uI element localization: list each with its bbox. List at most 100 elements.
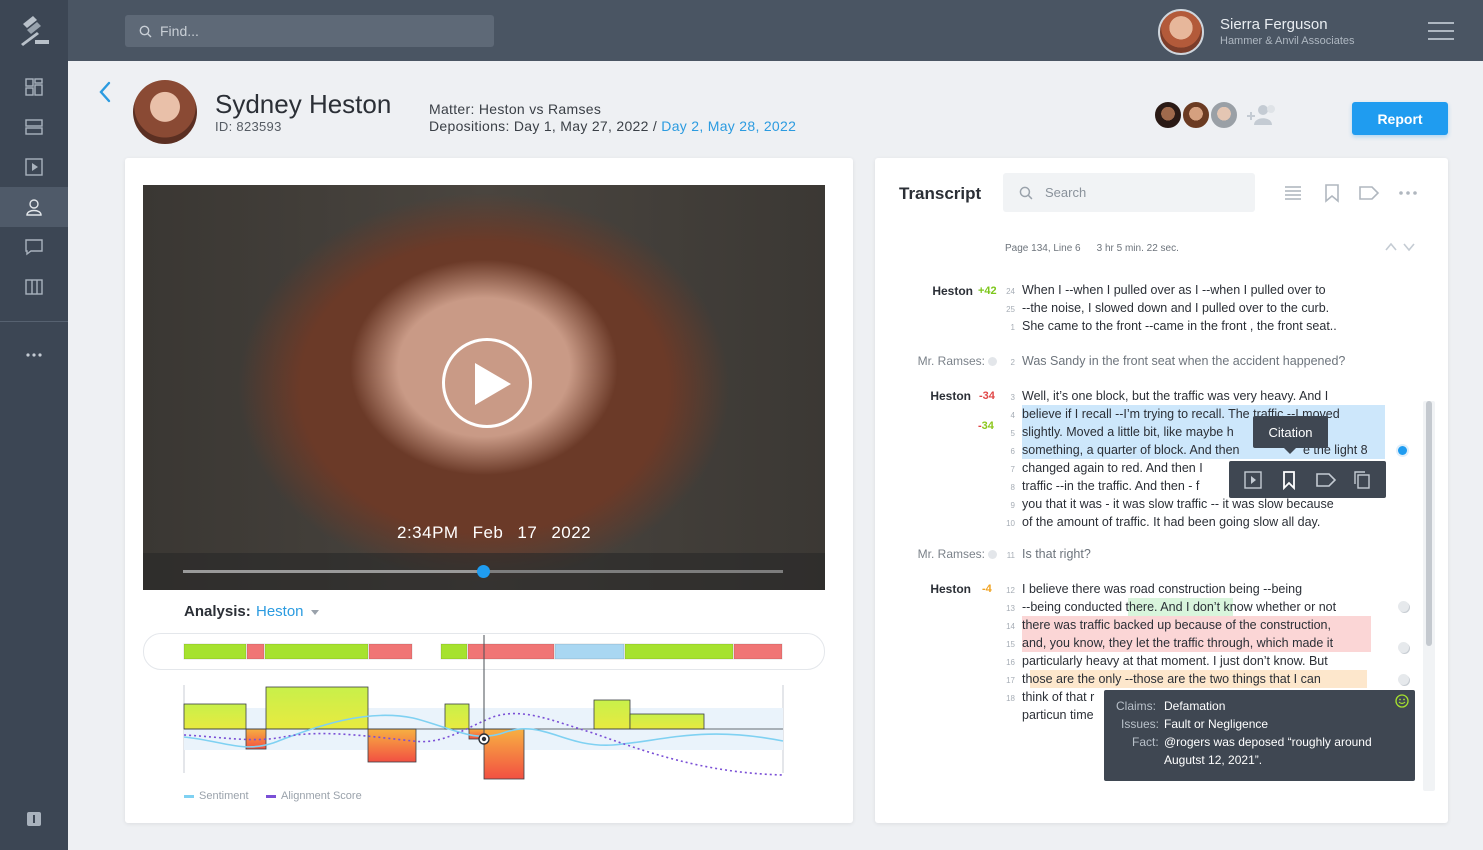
add-participant-icon[interactable] — [1245, 103, 1279, 127]
transcript-line[interactable]: you that it was - it was slow traffic --… — [1022, 497, 1334, 511]
transcript-line[interactable]: Is that right? — [1022, 547, 1091, 561]
line-number: 24 — [1006, 287, 1015, 296]
sentiment-band-positive[interactable] — [440, 643, 468, 660]
scrubber-handle[interactable] — [477, 565, 490, 578]
line-number: 5 — [1010, 429, 1015, 438]
sentiment-chart[interactable] — [143, 633, 825, 783]
app-logo[interactable] — [0, 0, 68, 61]
witness-id: ID: 823593 — [215, 119, 282, 134]
analysis-select[interactable]: Heston — [256, 603, 304, 620]
sentiment-band-negative[interactable] — [467, 643, 555, 660]
comment-marker[interactable] — [1398, 601, 1409, 612]
sentiment-band-negative[interactable] — [246, 643, 265, 660]
comment-marker[interactable] — [1398, 642, 1409, 653]
sentiment-band-positive[interactable] — [183, 643, 247, 660]
annotation-marker[interactable] — [1398, 446, 1407, 455]
participant-avatar[interactable] — [1153, 100, 1183, 130]
scroll-thumb[interactable] — [1426, 401, 1432, 646]
transcript-line-highlighted[interactable]: slightly. Moved a little bit, like maybe… — [1022, 423, 1385, 441]
nav-info[interactable] — [0, 799, 68, 839]
global-search[interactable] — [125, 15, 494, 47]
transcript-line-highlighted[interactable]: believe if I recall --I’m trying to reca… — [1022, 405, 1385, 423]
smile-icon[interactable] — [1395, 694, 1409, 708]
transcript-line-highlighted[interactable]: something, a quarter of block. And then e… — [1022, 441, 1385, 459]
transcript-line[interactable]: Well, it’s one block, but the traffic wa… — [1022, 389, 1328, 403]
nav-list[interactable] — [0, 107, 68, 147]
nav-witness[interactable] — [0, 187, 68, 227]
line-number: 4 — [1010, 411, 1015, 420]
nav-columns[interactable] — [0, 267, 68, 307]
speaker-label: Heston — [930, 389, 971, 403]
report-button[interactable]: Report — [1352, 102, 1448, 135]
comment-marker[interactable] — [1398, 674, 1409, 685]
search-input[interactable] — [160, 23, 460, 39]
nav-more[interactable] — [0, 335, 68, 375]
transcript-line[interactable]: think of that r — [1022, 690, 1094, 704]
chat-icon — [25, 239, 43, 256]
nav-chat[interactable] — [0, 227, 68, 267]
deposition-day-2-link[interactable]: Day 2, May 28, 2022 — [661, 118, 796, 134]
chevron-down-icon[interactable] — [1403, 243, 1415, 252]
sentiment-band-positive[interactable] — [264, 643, 369, 660]
transcript-line[interactable]: I believe there was road construction be… — [1022, 582, 1302, 596]
clip-button[interactable] — [1240, 467, 1266, 493]
chevron-up-icon[interactable] — [1385, 242, 1397, 251]
menu-icon[interactable] — [1428, 22, 1454, 40]
video-month: Feb — [472, 523, 504, 542]
transcript-scrollbar[interactable] — [1423, 401, 1435, 791]
deposition-video[interactable]: 2:34PM Feb 17 2022 — [143, 185, 825, 590]
transcript-nav[interactable] — [1384, 241, 1418, 253]
transcript-line-highlighted[interactable]: and, you know, they let the traffic thro… — [1022, 634, 1371, 652]
bookmark-icon[interactable] — [1321, 183, 1343, 203]
play-button[interactable] — [442, 338, 532, 428]
sentiment-band-negative[interactable] — [733, 643, 783, 660]
transcript-line[interactable]: traffic --in the traffic. And then - f — [1022, 479, 1199, 493]
transcript-search-input[interactable] — [1045, 185, 1235, 200]
line-number: 9 — [1010, 501, 1015, 510]
fact-key: Fact: — [1132, 735, 1159, 749]
sentiment-band-positive[interactable] — [624, 643, 734, 660]
transcript-line[interactable]: changed again to red. And then I — [1022, 461, 1203, 475]
transcript-line[interactable]: --being conducted there. And I don’t kno… — [1022, 600, 1336, 614]
tag-icon[interactable] — [1358, 183, 1380, 203]
sentiment-score: -34 — [979, 390, 995, 402]
video-year: 2022 — [551, 523, 592, 542]
duration: 3 hr 5 min. 22 sec. — [1096, 243, 1179, 254]
sentiment-band-neutral[interactable] — [554, 643, 625, 660]
participants — [1153, 100, 1279, 130]
transcript-line[interactable]: of the amount of traffic. It had been go… — [1022, 515, 1320, 529]
video-scrubber[interactable] — [183, 565, 783, 578]
participant-avatar[interactable] — [1181, 100, 1211, 130]
transcript-line[interactable]: Was Sandy in the front seat when the acc… — [1022, 354, 1345, 368]
depositions-prefix: Depositions: Day 1, May 27, 2022 / — [429, 118, 662, 134]
tag-button[interactable] — [1313, 467, 1339, 493]
line-number: 8 — [1010, 483, 1015, 492]
nav-divider — [0, 321, 68, 322]
citation-button[interactable] — [1276, 467, 1302, 493]
transcript-line[interactable]: those are the only --those are the two t… — [1022, 672, 1321, 686]
transcript-line[interactable]: particularly heavy at that moment. I jus… — [1022, 654, 1328, 668]
line-number: 15 — [1006, 640, 1015, 649]
copy-button[interactable] — [1349, 467, 1375, 493]
sentiment-band-negative[interactable] — [368, 643, 413, 660]
sentiment-step-bar — [629, 713, 705, 730]
issues-row: Issues: Fault or Negligence — [1104, 717, 1415, 735]
nav-dashboard[interactable] — [0, 67, 68, 107]
transcript-line[interactable]: particun time — [1022, 708, 1094, 722]
lines-icon[interactable] — [1282, 183, 1304, 203]
transcript-line[interactable]: --the noise, I slowed down and I pulled … — [1022, 301, 1329, 315]
transcript-line[interactable]: When I --when I pulled over as I --when … — [1022, 283, 1326, 297]
participant-avatar[interactable] — [1209, 100, 1239, 130]
transcript-search[interactable] — [1003, 173, 1255, 212]
line-number: 10 — [1006, 519, 1015, 528]
back-button[interactable] — [96, 80, 116, 104]
caret-down-icon[interactable] — [311, 610, 319, 615]
user-avatar[interactable] — [1158, 9, 1204, 55]
transcript-line-highlighted[interactable]: there was traffic backed up because of t… — [1022, 616, 1371, 634]
columns-icon — [25, 279, 43, 295]
scrubber-fill — [183, 570, 483, 573]
nav-video[interactable] — [0, 147, 68, 187]
transcript-line[interactable]: She came to the front --came in the fron… — [1022, 319, 1337, 333]
more-icon[interactable] — [1397, 183, 1419, 203]
user-icon — [26, 199, 42, 216]
